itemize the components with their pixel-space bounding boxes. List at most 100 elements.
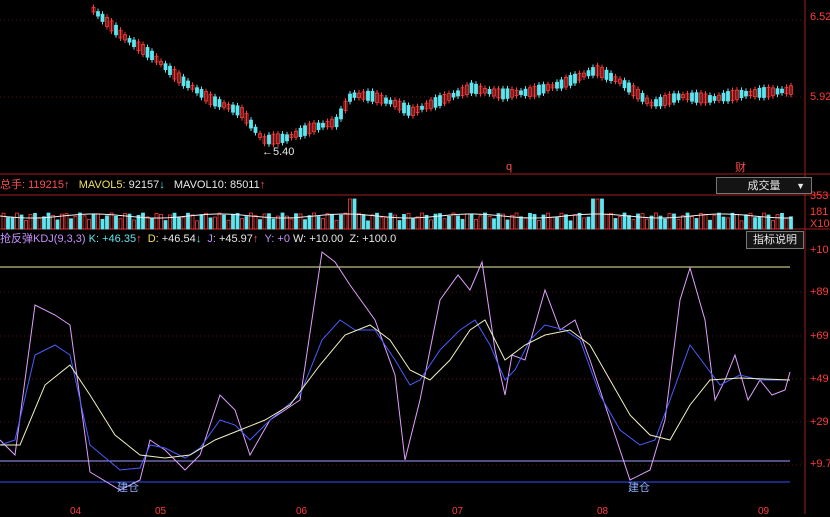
event-marker-q[interactable]: q xyxy=(506,161,512,173)
volume-bar xyxy=(478,215,483,230)
mavol10-value: 85011 xyxy=(229,179,260,191)
volume-bar xyxy=(10,216,15,230)
down-arrow-icon: ↓ xyxy=(195,233,202,245)
volume-bar xyxy=(505,219,510,230)
date-label: 06 xyxy=(296,506,308,517)
volume-bar xyxy=(483,212,487,230)
candlestick xyxy=(420,105,424,110)
volume-bar xyxy=(366,220,370,230)
candlestick xyxy=(744,90,748,97)
candlestick xyxy=(654,99,658,107)
volume-bar xyxy=(199,214,204,230)
volume-bar xyxy=(411,217,415,230)
volume-bar xyxy=(163,220,168,230)
volume-bar xyxy=(69,218,73,230)
volume-bar xyxy=(703,213,708,230)
volume-bar xyxy=(325,213,330,230)
volume-bar xyxy=(456,215,460,230)
volume-bar xyxy=(429,219,433,230)
volume-bar xyxy=(262,213,267,230)
kdj-header: 抢反弹KDJ(9,3,3) K: +46.35↑ D: +46.54↓ J: +… xyxy=(0,233,396,246)
volume-bar xyxy=(582,217,586,230)
volume-bar xyxy=(730,212,735,230)
volume-bar xyxy=(780,212,784,230)
volume-bar xyxy=(762,212,766,230)
candlestick xyxy=(676,93,681,101)
volume-bar xyxy=(370,214,375,230)
date-label: 07 xyxy=(452,506,464,517)
candlestick xyxy=(469,82,474,94)
chevron-down-icon[interactable]: ▼ xyxy=(796,178,805,195)
candlestick xyxy=(757,87,762,98)
candlestick xyxy=(195,87,199,94)
volume-bar xyxy=(627,215,631,230)
j-label: J: xyxy=(207,233,216,245)
indicator-select[interactable]: 成交量 ▼ xyxy=(716,177,812,194)
volume-bar xyxy=(402,214,406,230)
candlestick xyxy=(762,87,766,98)
volume-bar xyxy=(258,219,262,230)
volume-bar xyxy=(154,212,159,230)
volume-bar xyxy=(334,219,339,230)
candlestick xyxy=(523,88,528,97)
candlestick xyxy=(451,92,456,98)
volume-bar xyxy=(208,217,213,230)
volume-bar xyxy=(708,219,712,230)
volume-bar xyxy=(361,214,366,230)
indicator-select-value: 成交量 xyxy=(747,180,781,192)
volume-bar xyxy=(303,219,307,230)
volume-bar xyxy=(46,212,51,230)
volume-bar xyxy=(559,212,564,230)
candlestick xyxy=(541,84,546,94)
volume-bar xyxy=(546,212,550,230)
candlestick xyxy=(168,65,172,75)
volume-bar xyxy=(514,212,519,230)
volume-bar xyxy=(519,216,523,230)
volume-bar xyxy=(307,215,312,230)
volume-bar xyxy=(672,213,676,230)
volume-bar xyxy=(681,215,685,230)
candlestick xyxy=(132,39,136,48)
volume-bar xyxy=(105,215,109,230)
total-volume-value: 119215 xyxy=(28,179,65,191)
candlestick xyxy=(316,122,321,131)
candlestick xyxy=(739,89,744,99)
volume-bar xyxy=(19,214,24,230)
volume-bar xyxy=(141,212,145,230)
volume-bar xyxy=(226,219,231,230)
volume-bar xyxy=(676,219,681,230)
volume-bar xyxy=(330,213,334,230)
candlestick xyxy=(388,99,393,105)
volume-bar xyxy=(789,216,793,230)
candlestick xyxy=(505,88,510,99)
buy-signal-label: 建仓 xyxy=(117,482,139,494)
volume-bar xyxy=(55,219,60,230)
volume-bar xyxy=(267,213,271,230)
candlestick xyxy=(487,88,492,95)
volume-bar xyxy=(474,218,478,230)
volume-bar xyxy=(654,212,658,230)
volume-bar xyxy=(420,212,424,230)
volume-bar xyxy=(415,216,420,230)
candlestick xyxy=(96,11,100,17)
candlestick xyxy=(127,38,132,43)
candlestick xyxy=(501,88,505,100)
candlestick xyxy=(253,126,258,133)
volume-bar xyxy=(568,220,573,230)
volume-bar xyxy=(784,217,789,230)
indicator-explain-button[interactable]: 指标说明 xyxy=(746,231,804,249)
j-value: +45.97 xyxy=(218,233,253,245)
candlestick xyxy=(694,92,699,103)
candlestick xyxy=(622,80,627,89)
candlestick xyxy=(640,93,645,102)
volume-bar xyxy=(685,212,690,230)
candlestick xyxy=(213,96,217,107)
volume-bar xyxy=(177,216,181,230)
event-marker-finance[interactable]: 财 xyxy=(735,159,746,175)
candlestick xyxy=(267,134,271,145)
volume-bar xyxy=(82,215,87,230)
volume-bar xyxy=(721,216,726,230)
chart-canvas[interactable] xyxy=(0,0,830,514)
candlestick xyxy=(568,75,573,86)
volume-bar xyxy=(726,217,730,230)
